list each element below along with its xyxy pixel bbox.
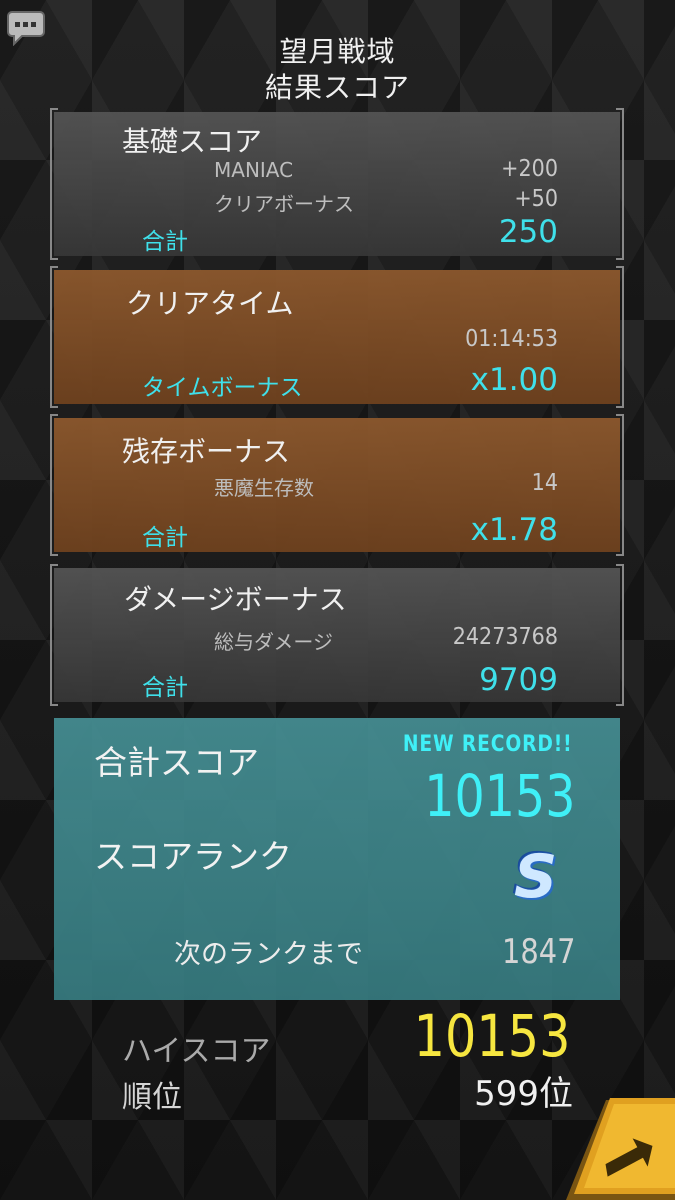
total-damage-label: 総与ダメージ (214, 630, 333, 654)
stage-name: 望月戦域 (279, 35, 396, 68)
total-score-label: 合計スコア (94, 743, 259, 782)
base-total-label: 合計 (142, 229, 188, 255)
new-record-badge: NEW RECORD!! (402, 732, 572, 757)
demons-alive-label: 悪魔生存数 (214, 476, 314, 500)
ranking-value: 599位 (474, 1074, 573, 1114)
screen-title: 結果スコア (264, 71, 410, 104)
score-rank-badge: S (514, 842, 558, 912)
next-arrow-icon (566, 1098, 675, 1200)
total-damage-value: 24273768 (452, 624, 558, 650)
difficulty-label: MANIAC (214, 158, 294, 182)
base-total-value: 250 (498, 214, 558, 250)
damage-total-value: 9709 (479, 662, 558, 698)
clear-bonus-value: +50 (514, 186, 558, 212)
clear-time-title: クリアタイム (126, 287, 294, 320)
base-score-panel: 基礎スコア MANIAC +200 クリアボーナス +50 合計 250 (50, 108, 624, 260)
score-rank-label: スコアランク (94, 837, 292, 876)
damage-bonus-title: ダメージボーナス (124, 583, 347, 616)
base-score-title: 基礎スコア (122, 125, 263, 158)
clear-time-value: 01:14:53 (465, 326, 558, 352)
demons-alive-value: 14 (531, 470, 558, 496)
survival-bonus-panel: 残存ボーナス 悪魔生存数 14 合計 x1.78 (50, 414, 624, 556)
survival-total-label: 合計 (142, 525, 188, 551)
clear-bonus-label: クリアボーナス (214, 192, 354, 216)
next-button[interactable] (566, 1098, 675, 1200)
total-score-value: 10153 (424, 762, 576, 830)
next-rank-label: 次のランクまで (174, 939, 363, 970)
time-bonus-label: タイムボーナス (142, 375, 303, 401)
survival-total-value: x1.78 (470, 512, 558, 548)
summary-panel: 合計スコア NEW RECORD!! 10153 スコアランク S 次のランクま… (54, 718, 620, 1000)
next-rank-value: 1847 (502, 932, 576, 972)
ranking-label: 順位 (122, 1080, 182, 1115)
clear-time-panel: クリアタイム 01:14:53 タイムボーナス x1.00 (50, 266, 624, 408)
time-bonus-value: x1.00 (470, 362, 558, 398)
high-score-value: 10153 (414, 1002, 571, 1070)
damage-total-label: 合計 (142, 675, 188, 701)
high-score-label: ハイスコア (122, 1034, 271, 1069)
difficulty-value: +200 (501, 156, 558, 182)
damage-bonus-panel: ダメージボーナス 総与ダメージ 24273768 合計 9709 (50, 564, 624, 706)
survival-bonus-title: 残存ボーナス (122, 435, 291, 468)
